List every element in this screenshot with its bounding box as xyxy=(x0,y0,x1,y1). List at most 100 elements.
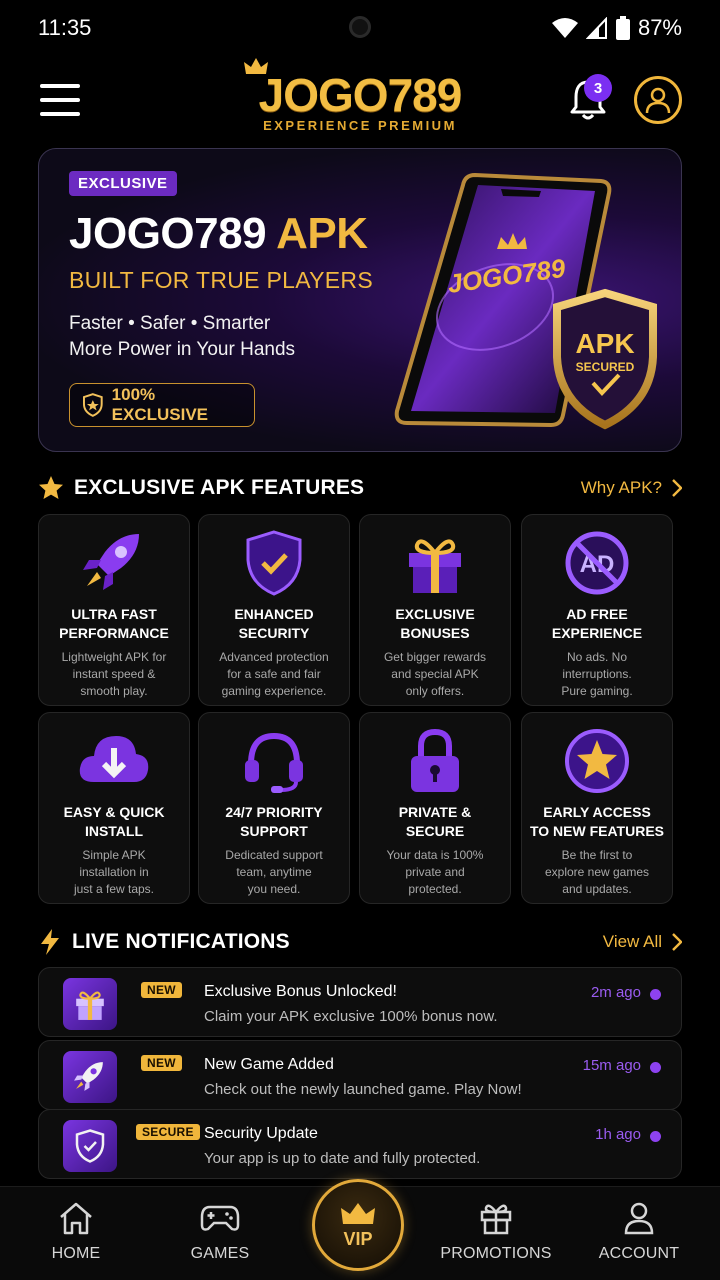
notifications-title-group: LIVE NOTIFICATIONS xyxy=(38,928,290,956)
notification-title: Security Update xyxy=(204,1125,318,1142)
exclusive-button-label: 100% EXCLUSIVE xyxy=(111,385,209,424)
gift-icon xyxy=(409,539,461,593)
hero-desc-line: Faster • Safer • Smarter xyxy=(69,313,271,334)
why-apk-label: Why APK? xyxy=(580,478,662,497)
nav-vip-label: VIP xyxy=(343,1228,373,1249)
features-title: EXCLUSIVE APK FEATURES xyxy=(74,476,365,499)
menu-button[interactable] xyxy=(40,84,80,116)
camera-cutout xyxy=(349,16,371,38)
feature-description: Dedicated support team, anytime you need… xyxy=(225,848,323,896)
logo-text: JOGO789 xyxy=(258,69,463,121)
rocket-icon xyxy=(83,534,139,590)
notification-title: Exclusive Bonus Unlocked! xyxy=(204,983,397,1000)
shield-check-icon xyxy=(246,530,302,596)
shield-icon xyxy=(82,393,103,417)
hero-desc-line: More Power in Your Hands xyxy=(69,339,296,360)
notification-item[interactable]: NEW New Game Added Check out the newly l… xyxy=(38,1040,682,1110)
lightning-icon xyxy=(41,929,59,955)
cloud-download-icon xyxy=(79,736,149,782)
menu-icon-bar xyxy=(40,98,80,102)
hero-title-accent: APK xyxy=(276,209,368,258)
chevron-right-icon xyxy=(672,479,682,497)
app-logo[interactable]: JOGO789 EXPERIENCE PREMIUM xyxy=(240,58,480,138)
notification-time: 15m ago xyxy=(582,1057,641,1074)
feature-card-bonuses[interactable]: EXCLUSIVE BONUSES Get bigger rewards and… xyxy=(359,514,511,706)
hero-banner[interactable]: EXCLUSIVE JOGO789 APK BUILT FOR TRUE PLA… xyxy=(38,148,682,452)
gift-outline-icon xyxy=(480,1204,512,1235)
features-section-header: EXCLUSIVE APK FEATURES Why APK? xyxy=(38,470,682,506)
notification-title: New Game Added xyxy=(204,1056,334,1073)
nav-games-label: GAMES xyxy=(190,1245,250,1262)
view-all-link[interactable]: View All xyxy=(603,932,682,952)
battery-percent: 87% xyxy=(637,15,682,40)
unread-dot xyxy=(650,1062,661,1073)
signal-icon xyxy=(585,17,607,39)
feature-description: No ads. No interruptions. Pure gaming. xyxy=(561,650,633,698)
feature-title: ENHANCED SECURITY xyxy=(234,606,314,641)
headset-icon xyxy=(245,732,303,793)
notification-description: Your app is up to date and fully protect… xyxy=(204,1150,481,1167)
feature-title: EXCLUSIVE BONUSES xyxy=(395,606,475,641)
nav-home[interactable]: HOME xyxy=(36,1187,116,1280)
battery-icon xyxy=(615,16,630,40)
profile-button[interactable] xyxy=(634,76,682,124)
hero-title: JOGO789 APK xyxy=(69,209,368,259)
crown-icon xyxy=(341,1202,375,1224)
notification-icon-box xyxy=(63,1051,117,1103)
feature-card-adfree[interactable]: AD AD FREE EXPERIENCE No ads. No interru… xyxy=(521,514,673,706)
user-icon xyxy=(624,1202,654,1235)
why-apk-link[interactable]: Why APK? xyxy=(581,478,682,498)
notifications-title: LIVE NOTIFICATIONS xyxy=(72,930,290,953)
new-tag: NEW xyxy=(141,982,182,998)
unread-dot xyxy=(650,1131,661,1142)
lock-icon xyxy=(411,728,459,792)
feature-card-fast[interactable]: ULTRA FAST PERFORMANCE Lightweight APK f… xyxy=(38,514,190,706)
exclusive-button[interactable]: 100% EXCLUSIVE xyxy=(69,383,255,427)
nav-account[interactable]: ACCOUNT xyxy=(596,1187,682,1280)
exclusive-tag: EXCLUSIVE xyxy=(69,171,177,196)
feature-title: 24/7 PRIORITY SUPPORT xyxy=(225,804,323,839)
hero-title-main: JOGO789 xyxy=(69,209,267,258)
nav-games[interactable]: GAMES xyxy=(180,1187,260,1280)
status-time: 11:35 xyxy=(38,15,92,40)
no-ads-icon: AD xyxy=(565,531,629,595)
status-bar: 11:35 87% xyxy=(0,0,720,56)
menu-icon-bar xyxy=(40,84,80,88)
nav-home-label: HOME xyxy=(51,1245,101,1262)
notification-time: 1h ago xyxy=(595,1126,641,1143)
notification-description: Check out the newly launched game. Play … xyxy=(204,1081,522,1098)
notification-item[interactable]: NEW Exclusive Bonus Unlocked! Claim your… xyxy=(38,967,682,1037)
notification-badge: 3 xyxy=(584,74,612,102)
feature-title: EASY & QUICK INSTALL xyxy=(63,804,165,839)
nav-promotions[interactable]: PROMOTIONS xyxy=(440,1187,552,1280)
feature-description: Simple APK installation in just a few ta… xyxy=(73,848,155,896)
star-badge-icon xyxy=(565,729,629,793)
secure-tag: SECURE xyxy=(136,1124,200,1140)
notification-item[interactable]: SECURE Security Update Your app is up to… xyxy=(38,1109,682,1179)
feature-card-security[interactable]: ENHANCED SECURITY Advanced protection fo… xyxy=(198,514,350,706)
gift-icon xyxy=(76,991,104,1020)
nav-promotions-label: PROMOTIONS xyxy=(440,1245,552,1262)
star-icon xyxy=(39,476,63,499)
shield-title-text: APK xyxy=(575,328,634,359)
nav-vip[interactable]: VIP xyxy=(312,1179,404,1271)
logo-subtitle: EXPERIENCE PREMIUM xyxy=(263,118,457,133)
home-icon xyxy=(60,1202,92,1235)
chevron-right-icon xyxy=(672,933,682,951)
feature-card-install[interactable]: EASY & QUICK INSTALL Simple APK installa… xyxy=(38,712,190,904)
nav-account-label: ACCOUNT xyxy=(598,1245,680,1262)
gamepad-icon xyxy=(200,1205,240,1231)
new-tag: NEW xyxy=(141,1055,182,1071)
feature-title: EARLY ACCESS TO NEW FEATURES xyxy=(529,804,665,839)
notification-icon-box xyxy=(63,1120,117,1172)
feature-description: Advanced protection for a safe and fair … xyxy=(219,650,329,698)
feature-title: AD FREE EXPERIENCE xyxy=(551,606,643,641)
feature-card-private[interactable]: PRIVATE & SECURE Your data is 100% priva… xyxy=(359,712,511,904)
feature-title: ULTRA FAST PERFORMANCE xyxy=(59,606,169,641)
notification-time: 2m ago xyxy=(590,984,641,1001)
menu-icon-bar xyxy=(40,112,80,116)
feature-card-early-access[interactable]: EARLY ACCESS TO NEW FEATURES Be the firs… xyxy=(521,712,673,904)
phone-illustration: JOGO789 APK SECURED xyxy=(394,172,657,430)
feature-card-support[interactable]: 24/7 PRIORITY SUPPORT Dedicated support … xyxy=(198,712,350,904)
status-icons: 87% xyxy=(551,15,682,41)
